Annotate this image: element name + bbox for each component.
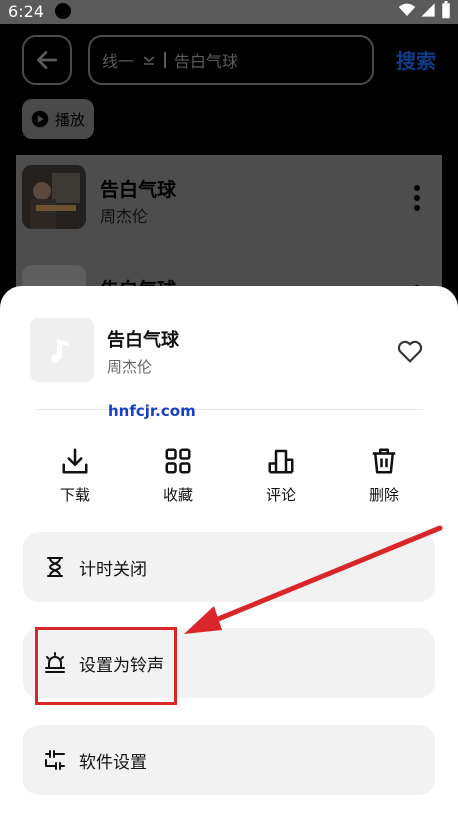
timer-close-label: 计时关闭 — [79, 559, 147, 580]
search-button[interactable]: 搜索 — [396, 45, 436, 74]
grid-collect-icon — [165, 448, 191, 474]
music-note-icon — [51, 339, 69, 363]
play-button[interactable]: 播放 — [22, 99, 94, 139]
search-query: 告白气球 — [174, 52, 239, 71]
watermark-text: hnfcjr.com — [108, 402, 196, 420]
notification-dot-icon — [55, 3, 71, 19]
arrow-left-icon — [36, 51, 58, 69]
app-settings-label: 软件设置 — [79, 752, 147, 773]
download-icon — [62, 448, 88, 474]
play-icon — [31, 110, 49, 128]
list-item[interactable]: 告白气球 周杰伦 — [16, 155, 442, 235]
favorite-heart-icon[interactable] — [396, 338, 424, 370]
search-row: 线一 告白气球 搜索 — [22, 35, 436, 87]
status-bar: 6:24 — [0, 0, 458, 24]
text-cursor — [164, 52, 167, 68]
album-cover — [22, 165, 86, 229]
more-icon[interactable] — [414, 185, 420, 215]
comment-button[interactable]: 评论 — [241, 446, 321, 505]
sheet-song-artist: 周杰伦 — [107, 358, 153, 376]
chevron-down-icon — [143, 56, 155, 65]
song-artist: 周杰伦 — [100, 207, 149, 226]
app-settings-option[interactable]: 软件设置 — [23, 725, 435, 795]
battery-icon — [442, 1, 450, 19]
comment-label: 评论 — [265, 486, 296, 504]
song-cover — [30, 318, 94, 382]
back-button[interactable] — [22, 35, 72, 85]
trash-icon — [372, 448, 396, 474]
search-input[interactable]: 线一 告白气球 — [88, 35, 374, 85]
play-label: 播放 — [54, 110, 85, 129]
bottom-sheet: 告白气球 周杰伦 hnfcjr.com 下载 收藏 评论 删除 计时关闭 设置为… — [0, 286, 458, 820]
download-button[interactable]: 下载 — [35, 446, 115, 505]
line-selector[interactable]: 线一 — [102, 48, 134, 72]
wifi-icon — [398, 3, 416, 16]
action-row: 下载 收藏 评论 删除 — [0, 446, 458, 516]
annotation-highlight-box — [35, 627, 177, 705]
comment-chart-icon — [268, 449, 294, 474]
delete-label: 删除 — [368, 486, 399, 504]
status-time: 6:24 — [8, 2, 44, 21]
download-label: 下载 — [59, 486, 90, 504]
song-title: 告白气球 — [100, 179, 177, 201]
divider — [36, 409, 422, 410]
delete-button[interactable]: 删除 — [344, 446, 424, 505]
settings-sliders-icon — [43, 748, 67, 772]
collect-label: 收藏 — [162, 486, 193, 504]
collect-button[interactable]: 收藏 — [138, 446, 218, 505]
hourglass-icon — [43, 555, 67, 579]
sheet-song-title: 告白气球 — [107, 330, 179, 351]
signal-icon — [421, 3, 435, 17]
timer-close-option[interactable]: 计时关闭 — [23, 532, 435, 602]
